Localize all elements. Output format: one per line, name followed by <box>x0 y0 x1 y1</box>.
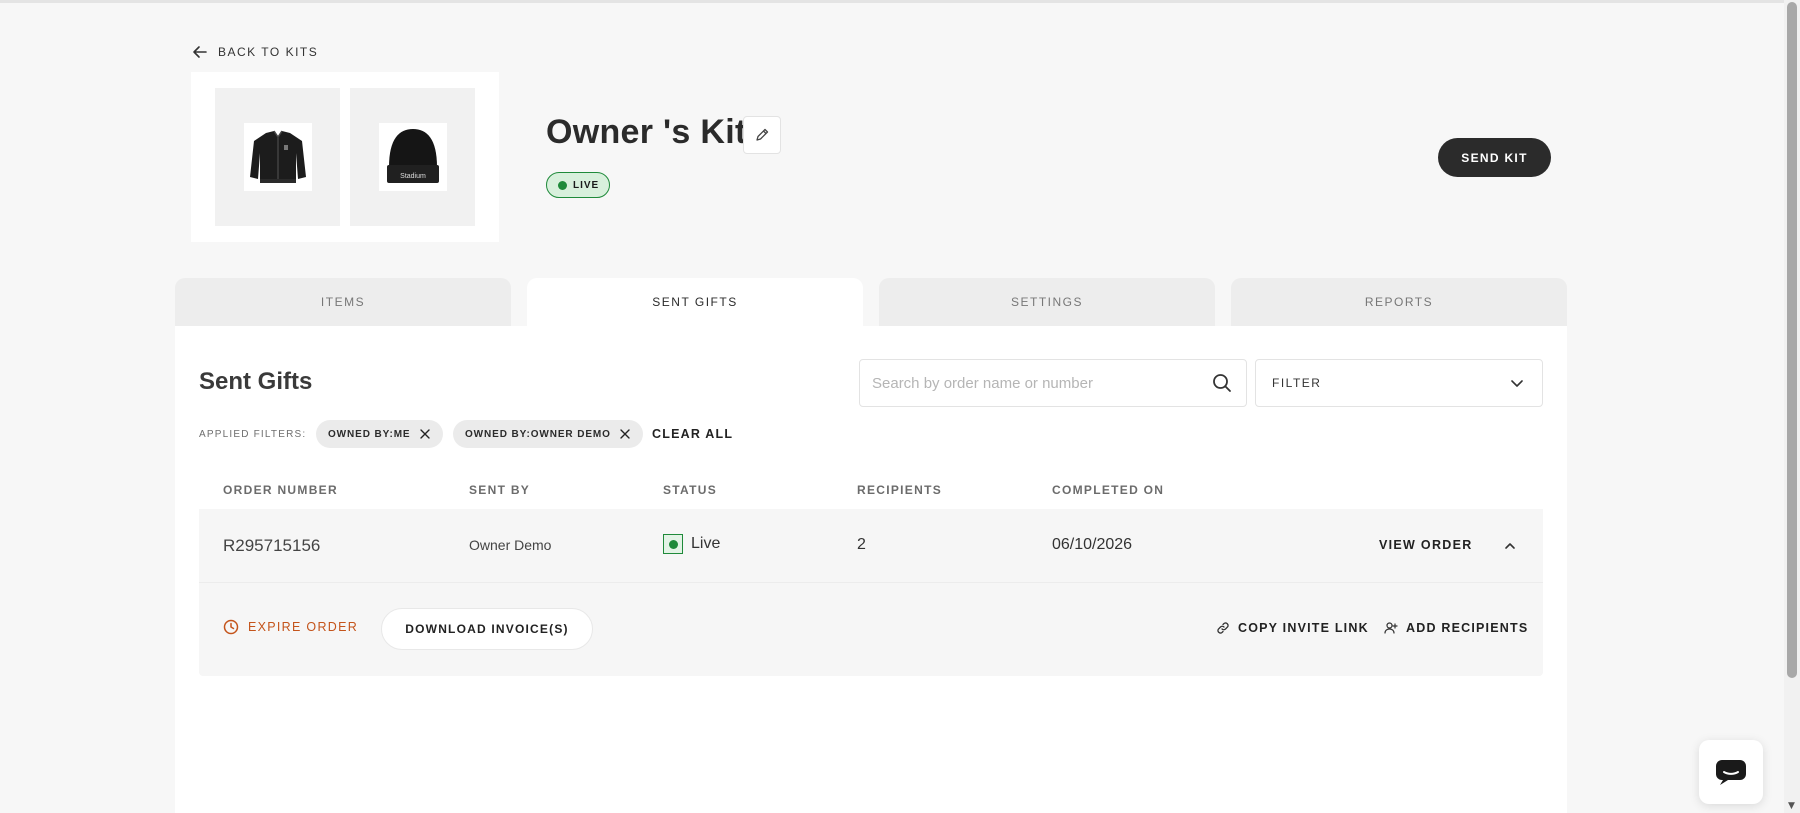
column-header-order-number: ORDER NUMBER <box>223 483 338 497</box>
clear-all-filters-button[interactable]: CLEAR ALL <box>652 427 733 441</box>
applied-filters-label: APPLIED FILTERS: <box>199 429 307 440</box>
completed-on: 06/10/2026 <box>1052 536 1133 553</box>
chevron-down-icon <box>1511 380 1523 387</box>
expire-order-button[interactable]: EXPIRE ORDER <box>223 619 358 635</box>
download-invoices-button[interactable]: DOWNLOAD INVOICE(S) <box>381 608 593 650</box>
beanie-image: Stadium <box>378 123 447 191</box>
order-number: R295715156 <box>223 536 321 555</box>
row-detail-actions: EXPIRE ORDER DOWNLOAD INVOICE(S) COPY IN… <box>199 583 1543 676</box>
jacket-illustration <box>249 130 306 183</box>
expire-order-label: EXPIRE ORDER <box>248 620 359 634</box>
send-kit-button[interactable]: SEND KIT <box>1438 138 1551 177</box>
pencil-icon <box>756 128 769 141</box>
filter-dropdown[interactable]: FILTER <box>1255 359 1543 407</box>
kit-image-card-beanie[interactable]: Stadium <box>350 88 475 226</box>
back-to-kits-label: BACK TO KITS <box>218 45 319 59</box>
status-indicator <box>663 534 683 554</box>
user-plus-icon <box>1384 622 1398 634</box>
tab-settings[interactable]: SETTINGS <box>879 278 1215 326</box>
table-row[interactable]: R295715156 Owner Demo Live 2 06/10/2026 … <box>199 509 1543 583</box>
edit-kit-name-button[interactable] <box>743 116 781 154</box>
column-header-completed-on: COMPLETED ON <box>1052 483 1165 497</box>
tab-reports[interactable]: REPORTS <box>1231 278 1567 326</box>
link-icon <box>1217 622 1229 634</box>
column-header-recipients: RECIPIENTS <box>857 483 943 497</box>
status-dot <box>558 180 567 190</box>
chat-bubble-icon <box>1716 760 1746 785</box>
chevron-up-icon[interactable] <box>1503 539 1517 553</box>
arrow-left-icon <box>193 46 207 58</box>
sent-gifts-panel: Sent Gifts FILTER APPLIED FILTERS: OWNED… <box>175 326 1567 813</box>
filter-chip-owned-by-owner-demo: OWNED BY:OWNER DEMO <box>453 420 643 448</box>
back-to-kits-link[interactable]: BACK TO KITS <box>192 44 318 60</box>
page-scrollbar[interactable]: ▼ <box>1784 0 1800 813</box>
scrollbar-thumb[interactable] <box>1787 2 1797 678</box>
column-header-status: STATUS <box>663 483 718 497</box>
recipients-count: 2 <box>857 536 866 553</box>
copy-invite-link-label: COPY INVITE LINK <box>1238 621 1369 635</box>
add-recipients-label: ADD RECIPIENTS <box>1406 621 1529 635</box>
kit-image-card-jacket[interactable] <box>215 88 340 226</box>
kit-status-label: LIVE <box>573 179 600 191</box>
search-icon[interactable] <box>1212 373 1232 393</box>
section-title: Sent Gifts <box>199 368 313 395</box>
order-status: Live <box>663 534 720 554</box>
kit-title: Owner 's Kit <box>546 113 747 151</box>
sent-by: Owner Demo <box>469 537 552 553</box>
kit-images: Stadium <box>191 72 499 242</box>
column-header-sent-by: SENT BY <box>469 483 531 497</box>
scroll-down-arrow-icon[interactable]: ▼ <box>1788 801 1795 811</box>
beanie-illustration: Stadium <box>386 129 439 183</box>
filter-label: FILTER <box>1272 376 1322 390</box>
kit-status-badge: LIVE <box>546 172 611 198</box>
filter-chip-owned-by-me: OWNED BY:ME <box>316 420 443 448</box>
jacket-image <box>243 123 312 191</box>
view-order-button[interactable]: VIEW ORDER <box>1379 538 1473 552</box>
chat-widget-button[interactable] <box>1699 740 1763 804</box>
copy-invite-link-button[interactable]: COPY INVITE LINK <box>1216 621 1369 635</box>
tab-items[interactable]: ITEMS <box>175 278 511 326</box>
status-dot <box>668 539 678 549</box>
top-border <box>0 0 1784 3</box>
tab-sent-gifts[interactable]: SENT GIFTS <box>527 278 863 326</box>
clock-icon <box>223 619 239 635</box>
search-box <box>859 359 1247 407</box>
add-recipients-button[interactable]: ADD RECIPIENTS <box>1384 621 1528 635</box>
search-input[interactable] <box>872 360 1202 406</box>
close-icon[interactable] <box>620 429 630 439</box>
filter-chip-label: OWNED BY:OWNER DEMO <box>465 428 611 440</box>
order-status-label: Live <box>691 535 721 552</box>
beanie-logo-text: Stadium <box>400 173 426 180</box>
filter-chip-label: OWNED BY:ME <box>328 428 411 440</box>
close-icon[interactable] <box>419 429 430 439</box>
